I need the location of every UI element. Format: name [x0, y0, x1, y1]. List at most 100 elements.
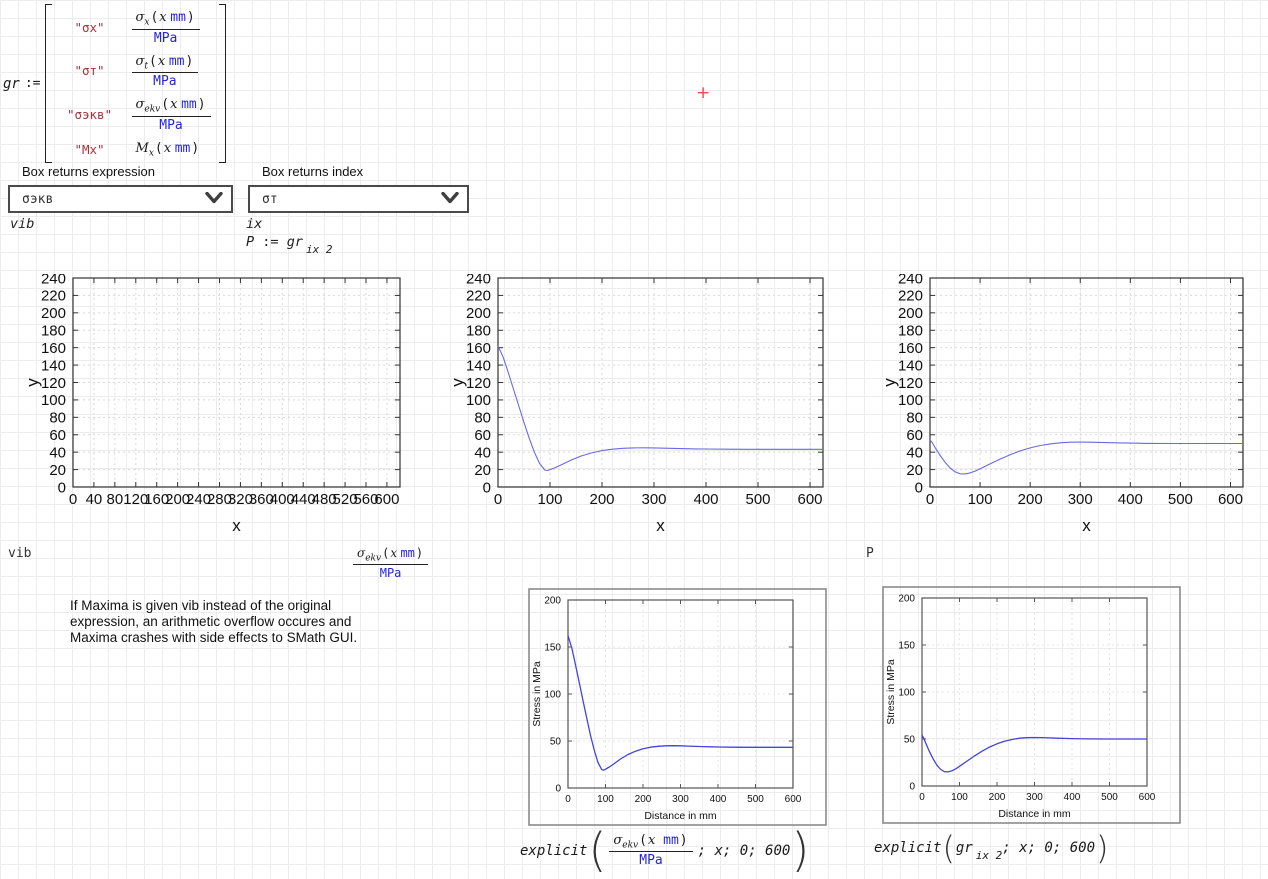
svg-text:500: 500 — [1101, 792, 1118, 803]
svg-text:200: 200 — [1018, 491, 1043, 508]
svg-text:y: y — [450, 378, 467, 387]
svg-text:0: 0 — [555, 784, 561, 795]
svg-text:140: 140 — [466, 357, 491, 374]
svg-text:80: 80 — [49, 410, 66, 427]
gr-subscript: ix 2 — [976, 849, 1003, 862]
svg-text:300: 300 — [672, 794, 689, 805]
chevron-down-icon — [441, 192, 459, 207]
svg-text:0: 0 — [926, 491, 934, 508]
assign-operator: := — [25, 76, 41, 91]
svg-text:40: 40 — [86, 491, 103, 508]
matrix-row: "σx" σx(x mm) MPa — [60, 9, 211, 46]
svg-text:220: 220 — [898, 288, 923, 305]
open-paren: ( — [942, 834, 954, 863]
svg-text:600: 600 — [1139, 792, 1156, 803]
crosshair-cursor-icon: + — [696, 85, 710, 102]
index-dropdown-value: σт — [262, 192, 278, 207]
maxima-note: If Maxima is given vib instead of the or… — [70, 598, 372, 647]
svg-text:160: 160 — [898, 340, 923, 357]
gr-reference: gr — [956, 840, 973, 856]
svg-text:140: 140 — [41, 357, 66, 374]
smath-plot-sigma-ekv[interactable]: 0100200300400500600020406080100120140160… — [450, 274, 835, 542]
svg-text:20: 20 — [474, 462, 491, 479]
svg-text:600: 600 — [1218, 491, 1243, 508]
svg-text:20: 20 — [49, 462, 66, 479]
svg-text:220: 220 — [466, 288, 491, 305]
svg-text:Distance in mm: Distance in mm — [644, 810, 717, 822]
svg-text:300: 300 — [641, 491, 666, 508]
svg-text:0: 0 — [565, 794, 571, 805]
matrix-row-label: "Mx" — [60, 142, 120, 157]
svg-text:50: 50 — [550, 737, 562, 748]
explicit-sigma-ekv-expression[interactable]: explicit ( σekv(x mm) MPa ; x; 0; 600 ) — [520, 830, 810, 871]
svg-text:60: 60 — [906, 427, 923, 444]
svg-text:200: 200 — [898, 305, 923, 322]
svg-text:240: 240 — [466, 274, 491, 287]
ix-variable[interactable]: ix — [246, 216, 262, 232]
smath-plot-empty[interactable]: 0408012016020024028032036040044048052056… — [25, 274, 412, 542]
sigma-ekv-fraction-label: σekv(x mm) MPa — [353, 546, 428, 580]
svg-text:Stress in MPa: Stress in MPa — [885, 659, 897, 725]
svg-text:y: y — [882, 378, 899, 387]
smath-plot-p[interactable]: 0100200300400500600020406080100120140160… — [882, 274, 1255, 542]
open-paren: ( — [588, 830, 606, 871]
svg-text:150: 150 — [898, 641, 915, 652]
maxima-chart-sigma-ekv: 0100200300400500600050100150200Distance … — [528, 588, 827, 831]
svg-text:100: 100 — [41, 392, 66, 409]
svg-text:150: 150 — [544, 643, 561, 654]
svg-text:100: 100 — [968, 491, 993, 508]
svg-text:120: 120 — [898, 375, 923, 392]
matrix-body: "σx" σx(x mm) MPa "σт" σt(x mm) MPa "σэк… — [52, 4, 219, 163]
svg-text:0: 0 — [915, 479, 923, 496]
svg-text:180: 180 — [898, 323, 923, 340]
svg-text:200: 200 — [544, 596, 561, 607]
svg-text:300: 300 — [1026, 792, 1043, 803]
explicit-function-name: explicit — [874, 840, 941, 856]
svg-text:0: 0 — [909, 782, 915, 793]
chevron-down-icon — [205, 192, 223, 207]
svg-text:600: 600 — [374, 491, 399, 508]
svg-text:400: 400 — [693, 491, 718, 508]
matrix-lhs: gr — [3, 76, 20, 92]
svg-text:160: 160 — [41, 340, 66, 357]
svg-text:600: 600 — [797, 491, 822, 508]
svg-text:200: 200 — [989, 792, 1006, 803]
svg-text:60: 60 — [49, 427, 66, 444]
svg-text:40: 40 — [474, 444, 491, 461]
explicit-p-expression[interactable]: explicit ( grix 2 ; x; 0; 600 ) — [874, 834, 1109, 863]
index-dropdown[interactable]: σт — [248, 185, 469, 213]
svg-text:100: 100 — [466, 392, 491, 409]
svg-text:x: x — [232, 516, 241, 535]
svg-text:200: 200 — [635, 794, 652, 805]
matrix-row-label: "σэкв" — [60, 107, 120, 122]
expression-dropdown-label: Box returns expression — [22, 164, 155, 179]
svg-text:180: 180 — [41, 323, 66, 340]
vib-variable[interactable]: vib — [10, 216, 34, 232]
expression-dropdown[interactable]: σэкв — [8, 185, 233, 213]
svg-text:40: 40 — [906, 444, 923, 461]
sigma-ekv-fraction: σekv(x mm) MPa — [609, 833, 692, 869]
svg-text:0: 0 — [919, 792, 925, 803]
matrix-definition[interactable]: gr := "σx" σx(x mm) MPa "σт" σt(x mm) MP… — [3, 4, 226, 163]
svg-text:80: 80 — [107, 491, 124, 508]
vib-label: vib — [8, 546, 31, 561]
svg-text:180: 180 — [466, 323, 491, 340]
svg-text:x: x — [1082, 516, 1091, 535]
svg-text:20: 20 — [906, 462, 923, 479]
svg-text:400: 400 — [1064, 792, 1081, 803]
svg-text:40: 40 — [49, 444, 66, 461]
svg-text:400: 400 — [710, 794, 727, 805]
svg-text:120: 120 — [466, 375, 491, 392]
matrix-row: "Mx" Mx(x mm) — [60, 140, 211, 159]
svg-text:240: 240 — [898, 274, 923, 287]
svg-text:60: 60 — [474, 427, 491, 444]
p-assignment[interactable]: P := grix 2 — [246, 234, 329, 250]
svg-text:160: 160 — [466, 340, 491, 357]
svg-text:600: 600 — [785, 794, 802, 805]
matrix-row-value: Mx(x mm) — [132, 140, 205, 159]
p-assignment-subscript: ix 2 — [306, 243, 333, 256]
close-paren: ) — [791, 830, 809, 871]
svg-text:120: 120 — [41, 375, 66, 392]
expression-dropdown-value: σэкв — [22, 192, 53, 207]
explicit-arguments: ; x; 0; 600 — [698, 843, 791, 859]
